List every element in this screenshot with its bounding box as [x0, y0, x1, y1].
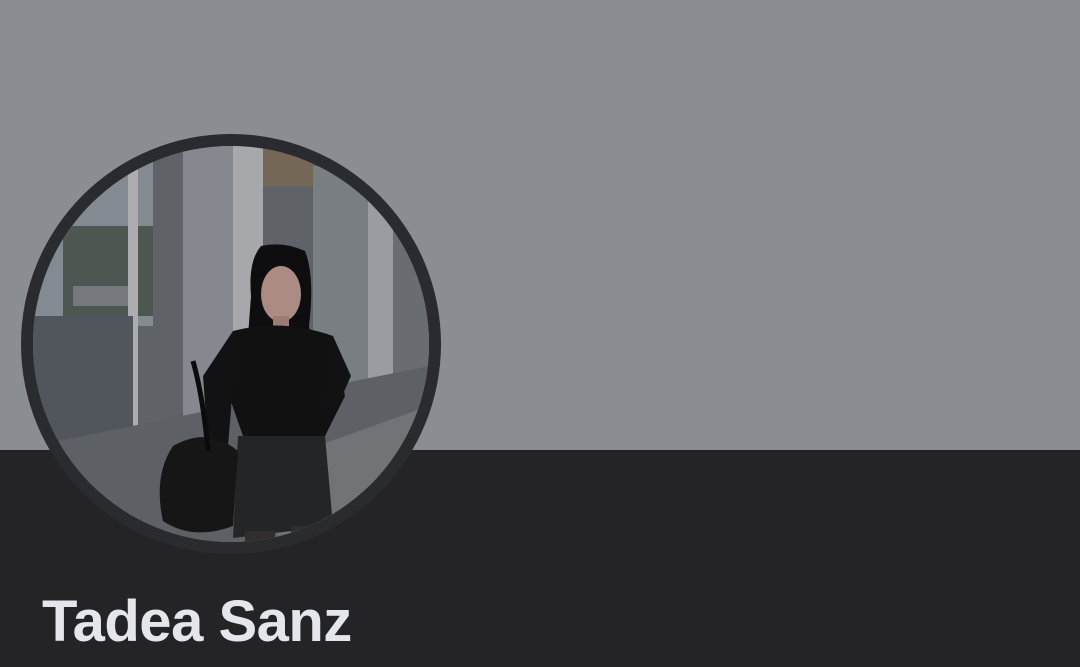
profile-name: Tadea Sanz — [42, 589, 352, 654]
profile-page: Tadea Sanz — [0, 0, 1080, 667]
avatar-frame[interactable] — [21, 134, 441, 554]
avatar-photo — [33, 146, 429, 542]
avatar[interactable] — [33, 146, 429, 542]
